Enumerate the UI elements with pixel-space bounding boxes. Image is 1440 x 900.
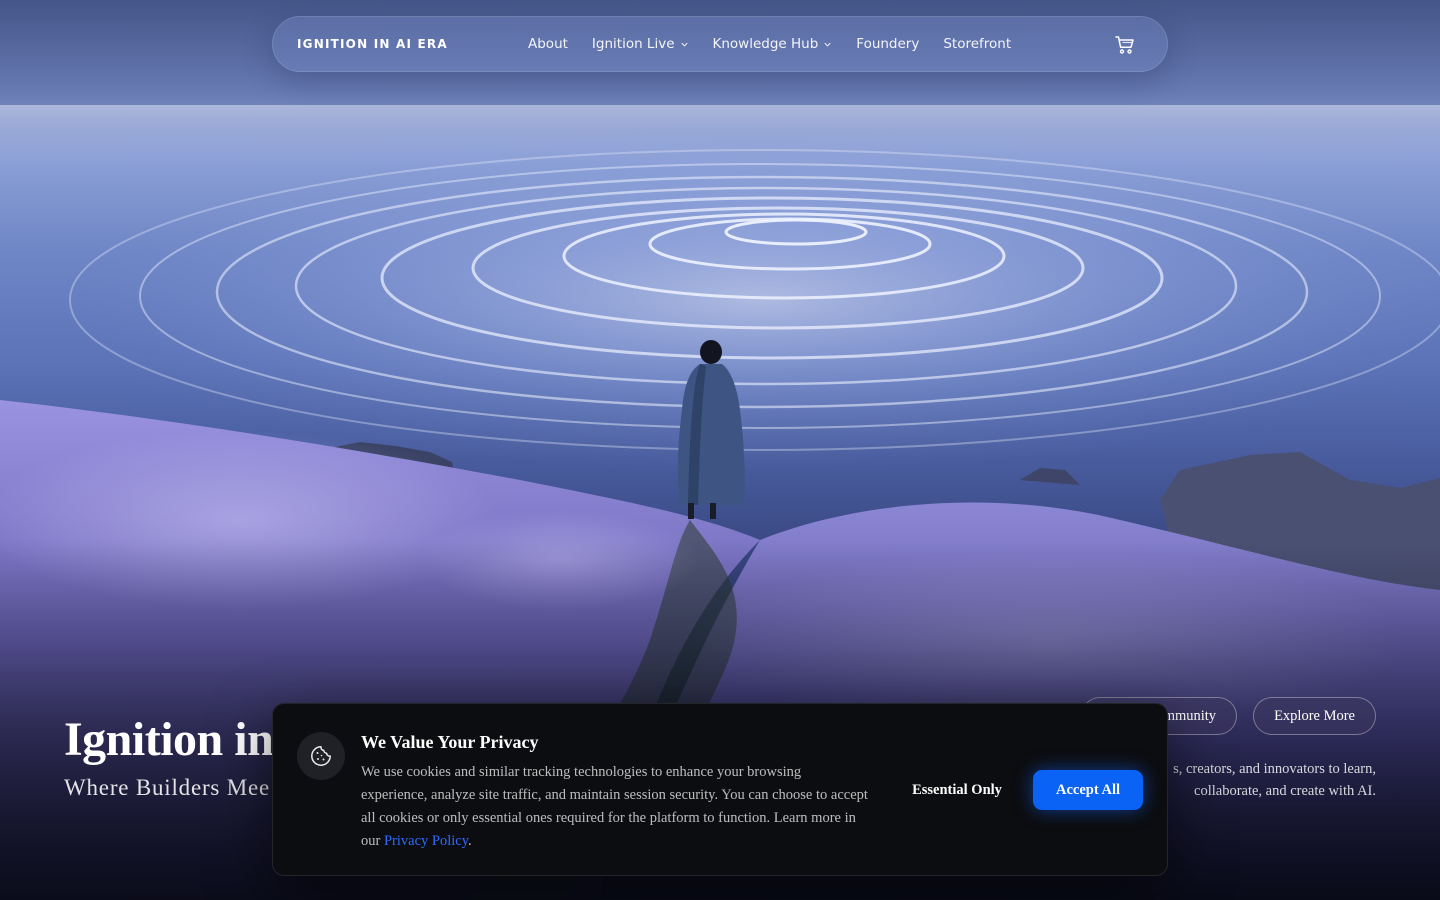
nav-link-knowledge-hub[interactable]: Knowledge Hub: [713, 36, 833, 52]
cookie-description: We use cookies and similar tracking tech…: [361, 761, 871, 853]
essential-only-button[interactable]: Essential Only: [897, 770, 1017, 810]
privacy-policy-link[interactable]: Privacy Policy: [384, 833, 468, 849]
nav-link-label: Ignition Live: [591, 36, 675, 52]
nav-link-storefront[interactable]: Storefront: [943, 36, 1011, 52]
chevron-down-icon: [824, 42, 831, 47]
cookie-title: We Value Your Privacy: [361, 732, 539, 752]
cookie-description-end: .: [468, 833, 472, 849]
cookie-icon: [311, 746, 331, 766]
shopping-cart-icon[interactable]: [1113, 33, 1137, 57]
nav-link-label: Foundery: [856, 36, 920, 52]
nav-link-foundery[interactable]: Foundery: [856, 36, 919, 52]
nav-link-label: Knowledge Hub: [712, 36, 819, 52]
cookie-consent-banner: We Value Your Privacy We use cookies and…: [272, 703, 1168, 876]
brand-logo[interactable]: IGNITION IN AI ERA: [297, 37, 448, 51]
explore-more-button[interactable]: Explore More: [1253, 697, 1376, 735]
hero-subtitle: Where Builders Mee: [64, 775, 270, 800]
nav-link-label: Storefront: [943, 36, 1012, 52]
top-navigation: IGNITION IN AI ERA About Ignition Live K…: [272, 16, 1168, 72]
cookie-icon-badge: [297, 732, 345, 780]
accept-all-button[interactable]: Accept All: [1033, 770, 1143, 810]
nav-link-label: About: [528, 36, 568, 52]
chevron-down-icon: [680, 42, 688, 47]
nav-link-ignition-live[interactable]: Ignition Live: [592, 36, 689, 52]
nav-links: About Ignition Live Knowledge Hub Founde…: [528, 36, 1011, 52]
nav-link-about[interactable]: About: [528, 36, 568, 52]
